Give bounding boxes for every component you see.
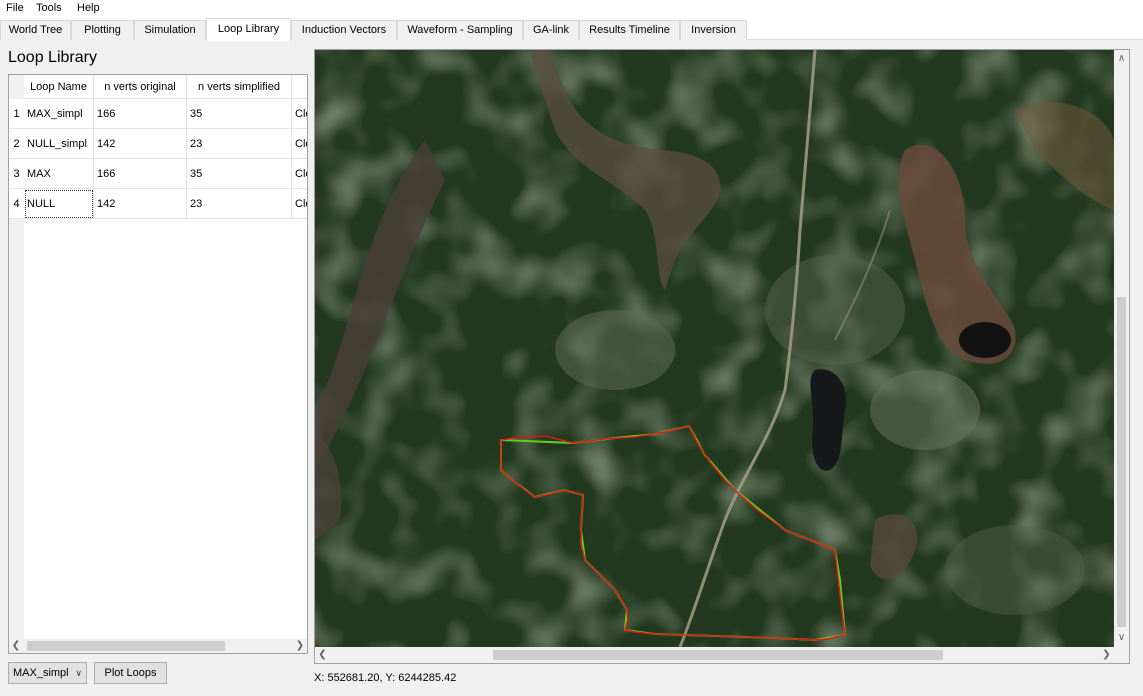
scroll-thumb[interactable] [27,641,225,651]
menu-bar: File Tools Help [0,0,1143,18]
scroll-right-icon[interactable]: ❯ [1099,647,1114,663]
tab-results-timeline[interactable]: Results Timeline [579,20,680,40]
tab-bar: World Tree Plotting Simulation Loop Libr… [0,18,1143,41]
cell-extra[interactable]: Clo [292,189,307,219]
map-vertical-scrollbar[interactable]: ∧ ∨ [1114,50,1129,647]
scroll-left-icon[interactable]: ❮ [9,639,23,653]
table-horizontal-scrollbar[interactable]: ❮ ❯ [9,639,307,653]
scroll-thumb[interactable] [1117,297,1126,627]
scroll-right-icon[interactable]: ❯ [293,639,307,653]
col-header-extra[interactable] [292,75,307,99]
table-row[interactable]: 2 NULL_simpl 142 23 Clo [9,129,307,159]
map-view[interactable]: ∧ ∨ ❮ ❯ [314,49,1130,664]
table-row[interactable]: 1 MAX_simpl 166 35 Clo [9,99,307,129]
row-number: 1 [9,99,24,129]
tab-induction-vectors[interactable]: Induction Vectors [291,20,397,40]
cell-n-verts-original[interactable]: 166 [94,99,187,129]
table-header: Loop Name n verts original n verts simpl… [24,75,307,99]
scroll-up-icon[interactable]: ∧ [1114,52,1129,66]
menu-tools[interactable]: Tools [35,2,63,14]
tab-loop-library[interactable]: Loop Library [206,18,291,41]
table-row[interactable]: 3 MAX 166 35 Clo [9,159,307,189]
cell-loop-name[interactable]: MAX_simpl [24,99,94,129]
cell-n-verts-simplified[interactable]: 35 [187,159,292,189]
satellite-map[interactable] [315,50,1114,647]
tab-simulation[interactable]: Simulation [134,20,206,40]
coordinate-readout: X: 552681.20, Y: 6244285.42 [314,672,457,684]
table-row[interactable]: 4 NULL 142 23 Clo [9,189,307,219]
cell-extra[interactable]: Clo [292,99,307,129]
tab-inversion[interactable]: Inversion [680,20,747,40]
cell-n-verts-original[interactable]: 142 [94,189,187,219]
loop-select-value: MAX_simpl [13,667,69,679]
cell-extra[interactable]: Clo [292,129,307,159]
row-number: 3 [9,159,24,189]
row-number: 4 [9,189,24,219]
scroll-down-icon[interactable]: ∨ [1114,631,1129,645]
cell-loop-name[interactable]: NULL [24,189,94,219]
cell-loop-name[interactable]: MAX [24,159,94,189]
cell-n-verts-simplified[interactable]: 35 [187,99,292,129]
scroll-thumb[interactable] [493,650,943,660]
cell-n-verts-original[interactable]: 166 [94,159,187,189]
tab-plotting[interactable]: Plotting [71,20,134,40]
cell-extra[interactable]: Clo [292,159,307,189]
cell-n-verts-simplified[interactable]: 23 [187,129,292,159]
plot-loops-button[interactable]: Plot Loops [94,662,167,684]
cell-n-verts-original[interactable]: 142 [94,129,187,159]
menu-file[interactable]: File [5,2,25,14]
scroll-left-icon[interactable]: ❮ [315,647,330,663]
loop-table: Loop Name n verts original n verts simpl… [8,74,308,654]
col-header-n-verts-original[interactable]: n verts original [94,75,187,99]
row-number: 2 [9,129,24,159]
cell-n-verts-simplified[interactable]: 23 [187,189,292,219]
loop-select-dropdown[interactable]: MAX_simpl ∨ [8,662,87,684]
chevron-down-icon: ∨ [75,668,82,678]
map-horizontal-scrollbar[interactable]: ❮ ❯ [315,647,1129,663]
tab-waveform-sampling[interactable]: Waveform - Sampling [397,20,523,40]
col-header-n-verts-simplified[interactable]: n verts simplified [187,75,292,99]
page-title: Loop Library [8,49,97,66]
col-header-loop-name[interactable]: Loop Name [24,75,94,99]
tab-world-tree[interactable]: World Tree [0,20,71,40]
tab-ga-link[interactable]: GA-link [523,20,579,40]
cell-loop-name[interactable]: NULL_simpl [24,129,94,159]
menu-help[interactable]: Help [76,2,101,14]
